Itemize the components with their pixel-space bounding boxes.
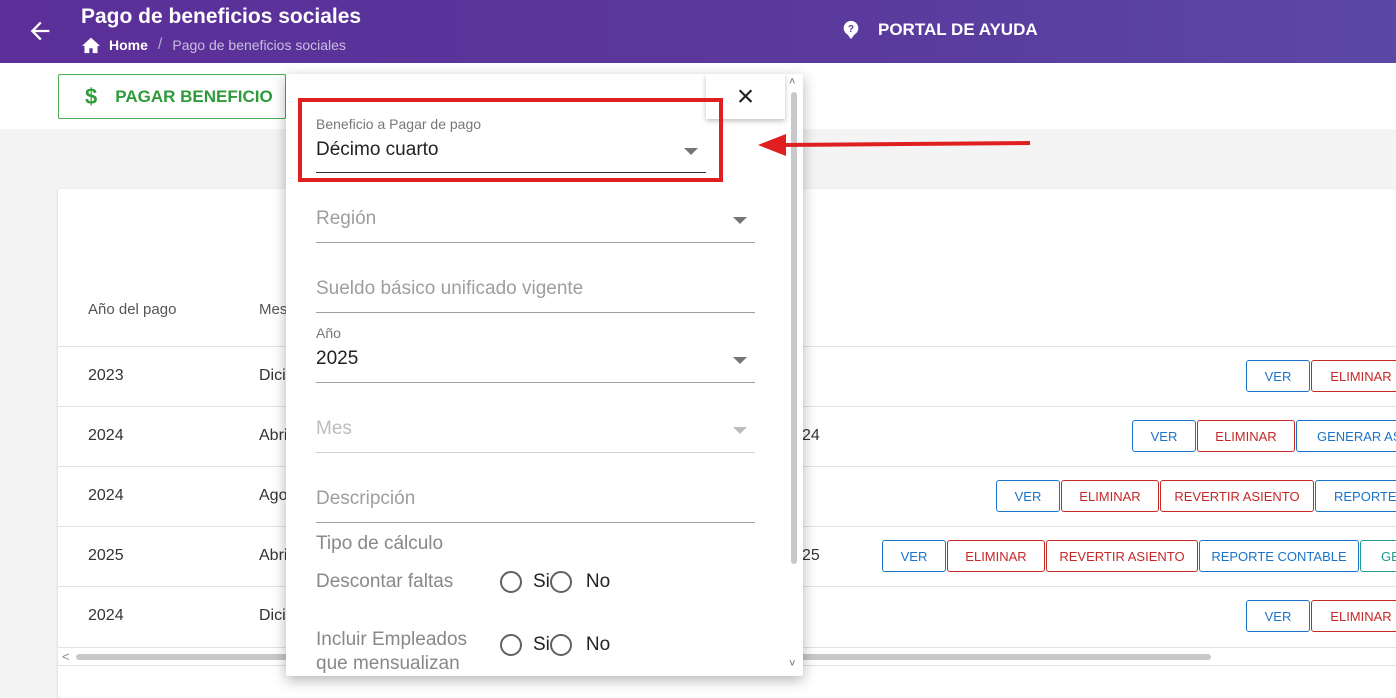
cell-year: 2023 (88, 367, 124, 384)
discount-absences-label: Descontar faltas (316, 571, 454, 592)
chevron-down-icon (733, 357, 747, 364)
scroll-left-icon[interactable]: < (62, 649, 70, 664)
description-placeholder: Descripción (316, 488, 416, 509)
view-button[interactable]: VER (996, 480, 1060, 512)
cell-month: Dici (259, 607, 286, 624)
cell-year: 2024 (88, 427, 124, 444)
month-placeholder: Mes (316, 418, 352, 439)
home-icon[interactable] (81, 36, 101, 54)
radio-no[interactable] (549, 571, 572, 593)
radio-yes[interactable] (500, 634, 522, 656)
cell-year: 2024 (88, 607, 124, 624)
year-label: Año (316, 325, 341, 341)
delete-button[interactable]: ELIMINAR (1061, 480, 1159, 512)
cell-partial: 25 (802, 547, 820, 564)
back-arrow-icon[interactable] (26, 17, 54, 45)
accounting-report-button[interactable]: REPORTE CONTABLE (1199, 540, 1359, 572)
month-select[interactable]: Mes (316, 418, 755, 454)
discount-absences-group: Descontar faltas Si No (316, 571, 610, 593)
view-button[interactable]: VER (882, 540, 946, 572)
cell-month: Abri (259, 427, 288, 444)
cell-month: Abri (259, 547, 288, 564)
annotation-arrow-icon (758, 134, 1031, 156)
pay-benefit-button[interactable]: $ PAGAR BENEFICIO (58, 74, 286, 119)
dollar-icon: $ (85, 83, 98, 109)
radio-yes[interactable] (500, 571, 522, 593)
include-employees-group: Incluir Empleados que mensualizan Si No (316, 628, 610, 676)
help-portal-label: PORTAL DE AYUDA (878, 20, 1038, 39)
vertical-scrollbar-thumb[interactable] (791, 92, 797, 564)
view-button[interactable]: VER (1246, 360, 1310, 392)
view-button[interactable]: VER (1132, 420, 1196, 452)
highlight-box (298, 98, 723, 182)
cell-partial: 24 (802, 427, 820, 444)
scroll-up-icon[interactable]: ˄ (789, 76, 795, 88)
revert-entry-button[interactable]: REVERTIR ASIENTO (1160, 480, 1314, 512)
pay-benefit-label: PAGAR BENEFICIO (115, 86, 273, 106)
chevron-down-icon (733, 217, 747, 224)
radio-yes-label: Si (533, 634, 550, 655)
delete-button[interactable]: ELIMINAR (1311, 360, 1396, 392)
description-input[interactable]: Descripción (316, 488, 755, 524)
field-underline (316, 452, 755, 453)
cell-year: 2025 (88, 547, 124, 564)
delete-button[interactable]: ELIMINAR (1311, 600, 1396, 632)
page-title: Pago de beneficios sociales (81, 5, 362, 28)
field-underline (316, 312, 755, 313)
scroll-down-icon[interactable]: ˅ (789, 658, 795, 670)
accounting-report-button[interactable]: REPORTE C (1315, 480, 1396, 512)
radio-no-label: No (585, 634, 611, 655)
cell-year: 2024 (88, 487, 124, 504)
app-header: Pago de beneficios sociales Home / Pago … (0, 0, 1396, 63)
breadcrumb: Home / Pago de beneficios sociales (81, 36, 346, 54)
chevron-down-icon (733, 427, 747, 434)
include-employees-options: Si No (500, 634, 610, 656)
field-underline (316, 382, 755, 383)
radio-yes-label: Si (533, 571, 550, 592)
year-value: 2025 (316, 348, 359, 369)
include-employees-label-line2: que mensualizan (316, 653, 460, 674)
year-select[interactable]: Año 2025 (316, 325, 755, 385)
breadcrumb-current: Pago de beneficios sociales (172, 37, 346, 53)
view-button[interactable]: VER (1246, 600, 1310, 632)
help-question-icon: ? (843, 20, 859, 40)
delete-button[interactable]: ELIMINAR (1197, 420, 1295, 452)
basic-salary-input[interactable]: Sueldo básico unificado vigente (316, 278, 755, 314)
field-underline (316, 242, 755, 243)
breadcrumb-separator: / (157, 36, 163, 53)
revert-entry-button[interactable]: REVERTIR ASIENTO (1046, 540, 1198, 572)
generate-button[interactable]: GE (1360, 540, 1396, 572)
column-header-month: Mes (259, 301, 288, 318)
region-placeholder: Región (316, 208, 377, 229)
region-select[interactable]: Región (316, 208, 755, 244)
include-employees-label-line1: Incluir Empleados (316, 629, 468, 650)
cell-month: Ago (259, 487, 288, 504)
basic-salary-placeholder: Sueldo básico unificado vigente (316, 278, 584, 299)
delete-button[interactable]: ELIMINAR (947, 540, 1045, 572)
help-portal-link[interactable]: ? PORTAL DE AYUDA (840, 19, 1038, 41)
include-employees-label: Incluir Empleados que mensualizan (316, 628, 500, 676)
radio-no[interactable] (549, 634, 572, 656)
close-icon: × (736, 79, 755, 113)
field-underline (316, 522, 755, 523)
breadcrumb-home[interactable]: Home (109, 37, 148, 53)
generate-entry-button[interactable]: GENERAR ASI (1296, 420, 1396, 452)
svg-text:?: ? (848, 24, 854, 35)
radio-no-label: No (585, 571, 611, 592)
column-header-year: Año del pago (88, 301, 177, 318)
calculation-type-label: Tipo de cálculo (316, 533, 444, 554)
cell-month: Dici (259, 367, 286, 384)
